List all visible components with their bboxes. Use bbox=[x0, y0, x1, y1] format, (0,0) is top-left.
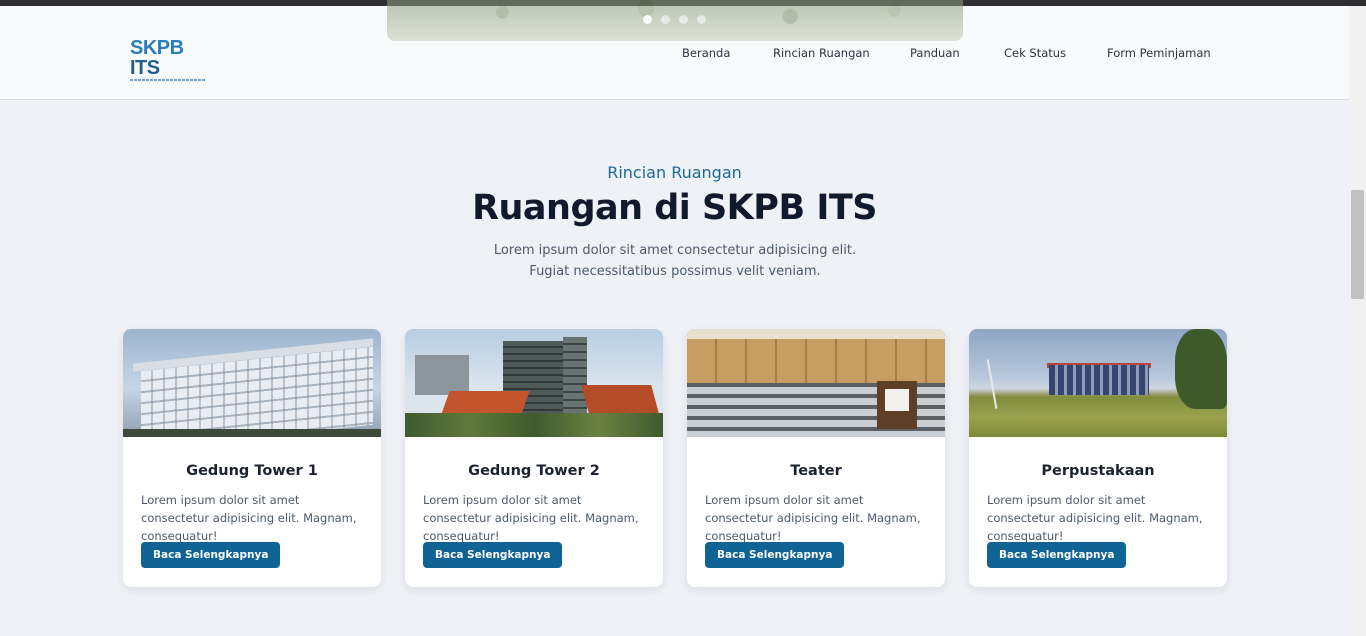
section-eyebrow: Rincian Ruangan bbox=[607, 163, 742, 182]
card-text: Lorem ipsum dolor sit amet consectetur a… bbox=[423, 493, 639, 543]
carousel-dot-3[interactable] bbox=[679, 15, 688, 24]
card-text: Lorem ipsum dolor sit amet consectetur a… bbox=[987, 493, 1203, 543]
card-title: Teater bbox=[790, 463, 842, 479]
section-description: Lorem ipsum dolor sit amet consectetur a… bbox=[493, 243, 857, 279]
site-logo[interactable]: SKPB ITS bbox=[130, 38, 210, 81]
card-title: Perpustakaan bbox=[1041, 463, 1155, 479]
room-card-gedung-tower-1: Gedung Tower 1 Lorem ipsum dolor sit ame… bbox=[123, 329, 381, 587]
nav-form-peminjaman[interactable]: Form Peminjaman bbox=[1107, 46, 1211, 60]
carousel-dot-4[interactable] bbox=[697, 15, 706, 24]
read-more-button[interactable]: Baca Selengkapnya bbox=[423, 542, 563, 568]
page-scrollbar-track[interactable] bbox=[1349, 6, 1366, 636]
page-scrollbar-thumb[interactable] bbox=[1351, 190, 1364, 299]
card-title: Gedung Tower 2 bbox=[468, 463, 600, 479]
card-title: Gedung Tower 1 bbox=[186, 463, 318, 479]
library-field-photo bbox=[969, 329, 1227, 437]
nav-rincian-ruangan[interactable]: Rincian Ruangan bbox=[773, 46, 870, 60]
card-text: Lorem ipsum dolor sit amet consectetur a… bbox=[141, 493, 357, 543]
room-card-perpustakaan: Perpustakaan Lorem ipsum dolor sit amet … bbox=[969, 329, 1227, 587]
read-more-button[interactable]: Baca Selengkapnya bbox=[705, 542, 845, 568]
logo-text-accent: ITS bbox=[130, 57, 160, 79]
nav-beranda[interactable]: Beranda bbox=[682, 46, 730, 60]
card-text: Lorem ipsum dolor sit amet consectetur a… bbox=[705, 493, 921, 543]
room-card-teater: Teater Lorem ipsum dolor sit amet consec… bbox=[687, 329, 945, 587]
room-card-gedung-tower-2: Gedung Tower 2 Lorem ipsum dolor sit ame… bbox=[405, 329, 663, 587]
section-title: Ruangan di SKPB ITS bbox=[472, 188, 877, 228]
nav-cek-status[interactable]: Cek Status bbox=[1004, 46, 1066, 60]
read-more-button[interactable]: Baca Selengkapnya bbox=[141, 542, 281, 568]
nav-panduan[interactable]: Panduan bbox=[910, 46, 960, 60]
carousel-dot-2[interactable] bbox=[661, 15, 670, 24]
lecture-hall-photo bbox=[687, 329, 945, 437]
carousel-dot-1[interactable] bbox=[643, 15, 652, 24]
logo-wordmark: SKPB ITS bbox=[130, 38, 210, 78]
read-more-button[interactable]: Baca Selengkapnya bbox=[987, 542, 1127, 568]
logo-text-main: SKPB bbox=[130, 37, 184, 59]
logo-tagline-graphic bbox=[130, 79, 206, 81]
tower-building-photo bbox=[123, 329, 381, 437]
tower-building-red-roof-photo bbox=[405, 329, 663, 437]
carousel-indicators bbox=[643, 15, 706, 24]
